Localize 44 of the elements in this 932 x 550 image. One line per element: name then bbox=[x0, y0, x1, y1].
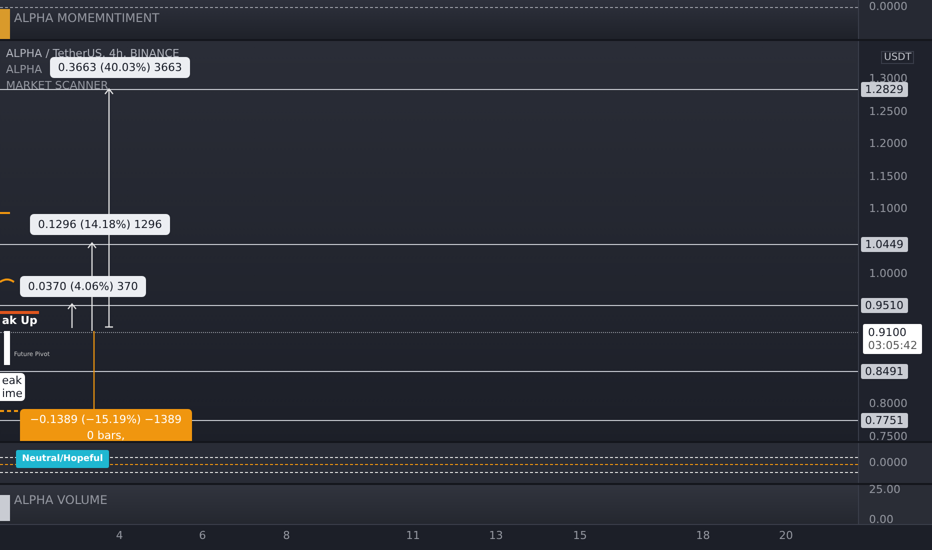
pane-title: ALPHA VOLUME bbox=[14, 492, 108, 507]
price-tag: 0.8491 bbox=[861, 364, 908, 380]
volume-bar-icon bbox=[0, 494, 10, 521]
candlestick-icon bbox=[3, 331, 11, 368]
axis-label: 0.0000 bbox=[869, 0, 908, 13]
indicator-title: ALPHA bbox=[6, 63, 42, 76]
signal-label: ak Up bbox=[0, 311, 40, 328]
price-tick: 1.2500 bbox=[869, 104, 908, 118]
price-tag: 0.7751 bbox=[861, 412, 908, 428]
price-tag: 0.9510 bbox=[861, 298, 908, 314]
currency-label: USDT bbox=[881, 51, 914, 64]
time-tick: 13 bbox=[489, 529, 503, 542]
time-tick: 8 bbox=[283, 529, 290, 542]
pane-title: ALPHA MOMEMNTIMENT bbox=[14, 11, 160, 25]
axis-label: 25.00 bbox=[869, 482, 900, 496]
price-tag: 1.0449 bbox=[861, 237, 908, 252]
price-tick: 1.2000 bbox=[869, 137, 908, 150]
momentum-bar-icon bbox=[0, 9, 10, 39]
price-tick: 1.0000 bbox=[869, 267, 908, 280]
price-tick: 0.8000 bbox=[869, 397, 908, 410]
measure-arrow bbox=[67, 304, 77, 328]
dashed-marker-drawing bbox=[0, 409, 20, 414]
time-tick: 4 bbox=[116, 529, 123, 542]
time-tick: 6 bbox=[199, 529, 206, 542]
time-tick: 15 bbox=[573, 529, 587, 542]
time-tick: 18 bbox=[696, 529, 710, 542]
axis-label: 0.0000 bbox=[869, 456, 908, 470]
current-price-tag: 0.9100 03:05:42 bbox=[863, 324, 922, 354]
time-tick: 20 bbox=[779, 529, 793, 542]
price-tag: 1.2829 bbox=[861, 82, 908, 98]
measure-label: 0.1296 (14.18%) 1296 bbox=[30, 214, 170, 236]
measure-label: 0.0370 (4.06%) 370 bbox=[20, 276, 146, 298]
axis-label: 0.00 bbox=[869, 512, 894, 526]
price-tick: 1.1500 bbox=[869, 170, 908, 183]
status-badge: Neutral/Hopeful bbox=[16, 450, 109, 468]
price-curve-drawing bbox=[0, 212, 10, 214]
signal-label: eak ime bbox=[0, 373, 25, 402]
measure-label: −0.1389 (−15.19%) −1389 0 bars, bbox=[20, 409, 192, 442]
price-curve-drawing bbox=[0, 278, 14, 284]
measure-label: 0.3663 (40.03%) 3663 bbox=[50, 57, 190, 78]
price-tick: 0.7500 bbox=[869, 430, 908, 443]
indicator-title: MARKET SCANNER bbox=[6, 79, 108, 92]
price-tick: 1.1000 bbox=[869, 202, 908, 216]
time-tick: 11 bbox=[406, 529, 420, 542]
